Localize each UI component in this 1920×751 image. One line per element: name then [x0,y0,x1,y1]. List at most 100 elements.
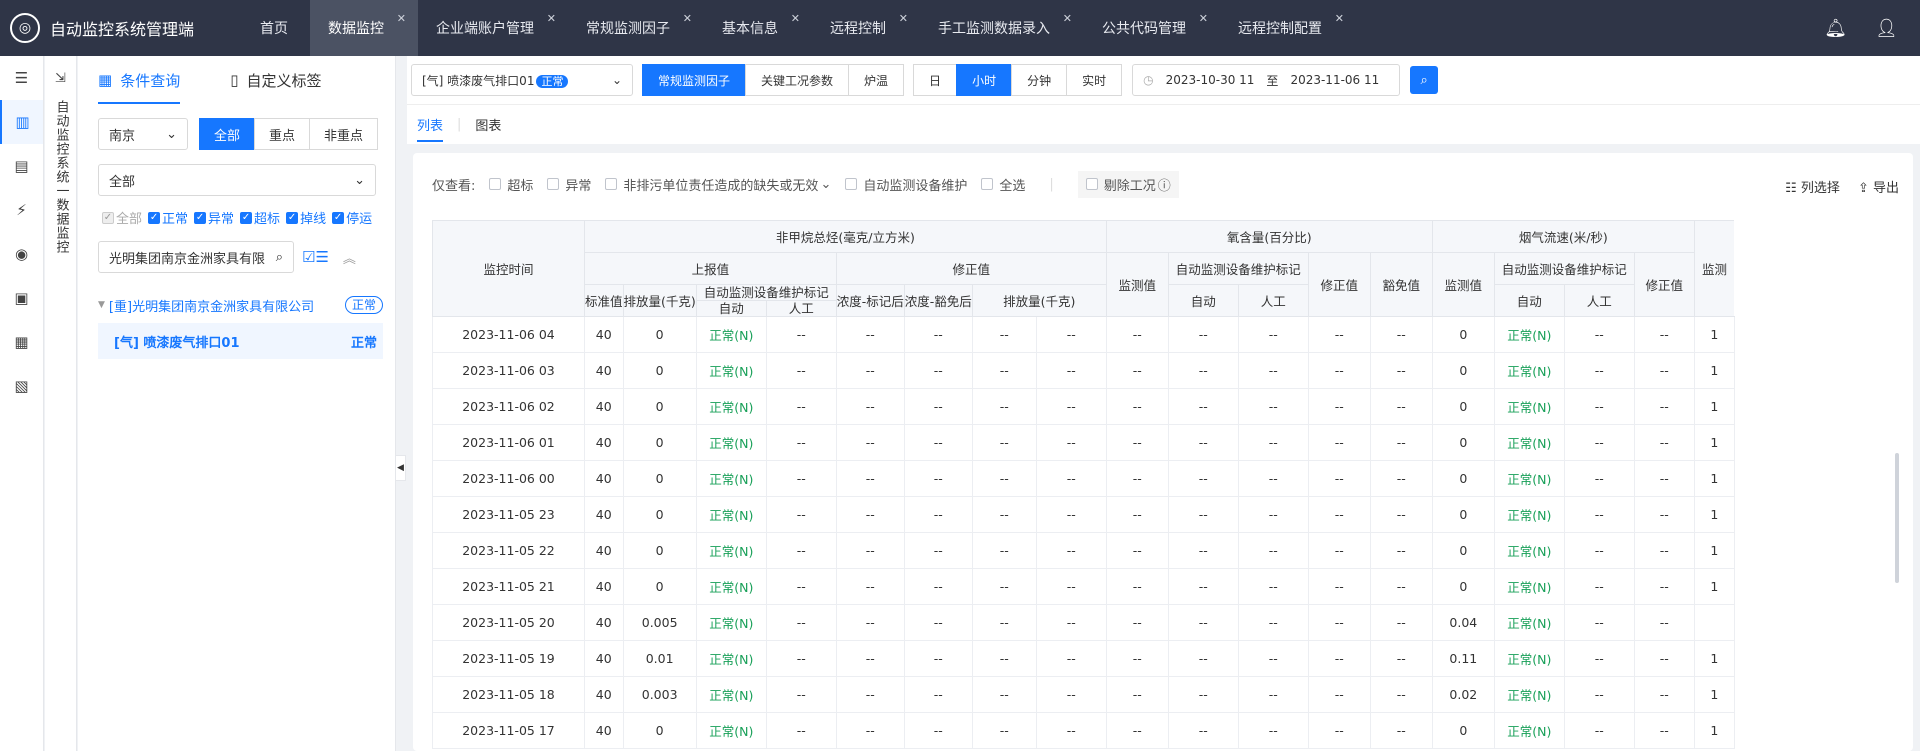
emblem-icon: ◎ [10,13,40,43]
category-select[interactable]: 全部 ⌄ [98,164,376,196]
table-row: 2023-11-05 21 40 0 正常(N) -- -- -- -- -- -- -- -- -- -… [432,568,1735,605]
close-icon[interactable]: ✕ [547,12,556,25]
caret-down-icon: ▼ [98,300,105,310]
export-button[interactable]: ⇪ 导出 [1858,177,1899,196]
group-oxygen: 氧含量(百分比) [1105,220,1433,253]
tree-outlet-node[interactable]: [气] 喷漆废气排口01 正常 [98,323,383,359]
cat-furnace[interactable]: 炉温 [848,64,905,96]
table-row: 2023-11-05 20 40 0.005 正常(N) -- -- -- -- -- -- -- -… [432,604,1735,641]
filter-remove-condition[interactable]: 剔除工况 ⓘ [1077,170,1179,198]
checklist-icon[interactable]: ☑☰ [302,248,329,266]
tab-4[interactable]: 基本信息 ✕ [704,0,812,56]
scope-all[interactable]: 全部 [199,118,256,150]
status-all-checkbox[interactable]: ✓ 全部 [102,208,142,227]
tab-1[interactable]: 数据监控 ✕ [310,0,418,56]
module-name: 自动监控系统一数据监控 [53,100,69,254]
filter-abnormal[interactable]: 异常 [547,175,591,194]
table-row: 2023-11-06 00 40 0 正常(N) -- -- -- -- -- -- -- -- -- -… [432,460,1735,497]
close-icon[interactable]: ✕ [791,12,800,25]
data-table: 监控时间 非甲烷总烃(毫克/立方米) 氧含量(百分比) 烟气流速(米/秒) 监测… [432,220,1852,751]
config-icon[interactable]: ▧ [0,364,43,408]
top-bar: ◎ 自动监控系统管理端 首页 数据监控 ✕ 企业端账户管理 ✕ 常规监测因子 ✕ 基本信息 ✕ 远… [0,0,1920,56]
collapse-up-icon[interactable]: ︽ [343,248,356,267]
search-icon: ⌕ [1420,72,1428,88]
filter-icon: ▦ [98,71,113,89]
image-icon[interactable]: ▣ [0,276,43,320]
close-icon[interactable]: ✕ [683,12,692,25]
status-text: 正常 [350,335,377,351]
company-search-input[interactable]: 光明集团南京金洲家具有限 ⌕ [98,241,294,273]
tab-0[interactable]: 首页 [238,0,310,56]
table-row: 2023-11-05 18 40 0.003 正常(N) -- -- -- -- -- -- -- -… [432,676,1735,713]
data-entry-icon[interactable]: ▦ [0,320,43,364]
collapse-panel-handle[interactable]: ◀ [396,455,406,481]
cat-key-params[interactable]: 关键工况参数 [745,64,850,96]
tab-6[interactable]: 手工监测数据录入 ✕ [920,0,1084,56]
cat-regular[interactable]: 常规监测因子 [642,64,747,96]
status-stopped-checkbox[interactable]: ✓ 停运 [332,208,372,227]
search-button[interactable]: ⌕ [1410,66,1439,94]
control-icon[interactable]: ⚡︎ [0,188,43,232]
expand-icon[interactable]: ⇲ [45,56,76,100]
scope-nonkey[interactable]: 非重点 [309,118,379,150]
help-icon: ⓘ [1157,178,1171,194]
tab-list[interactable]: 列表 [417,115,444,142]
tab-7[interactable]: 公共代码管理 ✕ [1084,0,1220,56]
vertical-scrollbar[interactable] [1895,453,1899,583]
bookmark-icon: ▯ [230,71,239,89]
tab-2[interactable]: 企业端账户管理 ✕ [418,0,568,56]
query-panel: ▦ 条件查询 ▯ 自定义标签 南京 ⌄ 全部 重点 非重点 全部 ⌄ ✓ 全部 ✓ 正常 ✓… [78,56,396,751]
status-badge: 正常 [344,296,383,314]
status-offline-checkbox[interactable]: ✓ 掉线 [286,208,326,227]
status-abnormal-checkbox[interactable]: ✓ 异常 [194,208,234,227]
tab-5[interactable]: 远程控制 ✕ [812,0,920,56]
close-icon[interactable]: ✕ [397,12,406,25]
bell-icon[interactable]: 🔔︎ [1824,18,1847,39]
tree-company-node[interactable]: ▼ [重]光明集团南京金洲家具有限公司 正常 [78,287,395,323]
table-row: 2023-11-05 19 40 0.01 正常(N) -- -- -- -- -- -- -- --… [432,640,1735,677]
main-content: [气] 喷漆废气排口01 正常 ⌄ 常规监测因子 关键工况参数 炉温 日 小时 分钟… [407,56,1920,751]
chevron-down-icon: ⌄ [354,172,365,188]
search-settings-icon[interactable]: ◉ [0,232,43,276]
close-icon[interactable]: ✕ [1335,12,1344,25]
close-icon[interactable]: ✕ [1063,12,1072,25]
filter-select-all[interactable]: 全选 [981,175,1025,194]
tab-chart[interactable]: 图表 [475,115,501,134]
period-minute[interactable]: 分钟 [1011,64,1068,96]
tab-condition-query[interactable]: ▦ 条件查询 [98,56,181,104]
tab-custom-tag[interactable]: ▯ 自定义标签 [230,56,321,104]
user-icon[interactable]: 👤︎ [1875,18,1898,39]
report-icon[interactable]: ▤ [0,144,43,188]
menu-icon[interactable]: ☰ [0,56,43,100]
chevron-down-icon: ⌄ [820,176,832,192]
group-nmhc: 非甲烷总烃(毫克/立方米) [584,220,1107,253]
group-flow: 烟气流速(米/秒) [1431,220,1695,253]
app-logo: ◎ 自动监控系统管理端 [0,0,238,56]
tab-8[interactable]: 远程控制配置 ✕ [1220,0,1356,56]
top-tabs: 首页 数据监控 ✕ 企业端账户管理 ✕ 常规监测因子 ✕ 基本信息 ✕ 远程控制 ✕ 手工监测数据录入… [238,0,1356,56]
city-select[interactable]: 南京 ⌄ [98,118,188,150]
column-select-button[interactable]: ☷ 列选择 [1785,177,1840,196]
period-hour[interactable]: 小时 [956,64,1013,96]
data-card: 仅查看: 超标 异常 非排污单位责任造成的缺失或无效 ⌄ 自动监测设备维护 全选 … [413,153,1913,751]
close-icon[interactable]: ✕ [1199,12,1208,25]
filter-missing[interactable]: 非排污单位责任造成的缺失或无效 ⌄ [605,175,831,194]
status-exceed-checkbox[interactable]: ✓ 超标 [240,208,280,227]
outlet-select[interactable]: [气] 喷漆废气排口01 正常 ⌄ [411,64,633,96]
scope-key[interactable]: 重点 [254,118,311,150]
filter-exceed[interactable]: 超标 [489,175,533,194]
category-segment: 常规监测因子 关键工况参数 炉温 [642,64,905,96]
filter-maintenance[interactable]: 自动监测设备维护 [845,175,967,194]
status-normal-checkbox[interactable]: ✓ 正常 [148,208,188,227]
table-row: 2023-11-06 03 40 0 正常(N) -- -- -- -- -- -- -- -- -- -… [432,352,1735,389]
tab-3[interactable]: 常规监测因子 ✕ [568,0,704,56]
search-icon: ⌕ [275,249,283,265]
chevron-down-icon: ⌄ [611,73,622,87]
close-icon[interactable]: ✕ [899,12,908,25]
monitor-chart-icon[interactable]: ▥ [0,100,43,144]
date-range-picker[interactable]: ◷ 2023-10-30 11 至 2023-11-06 11 [1132,64,1401,96]
period-realtime[interactable]: 实时 [1066,64,1123,96]
view-filters: 仅查看: 超标 异常 非排污单位责任造成的缺失或无效 ⌄ 自动监测设备维护 全选 … [413,153,1913,215]
table-scroll-area[interactable]: 监控时间 非甲烷总烃(毫克/立方米) 氧含量(百分比) 烟气流速(米/秒) 监测… [432,220,1735,749]
period-day[interactable]: 日 [913,64,958,96]
